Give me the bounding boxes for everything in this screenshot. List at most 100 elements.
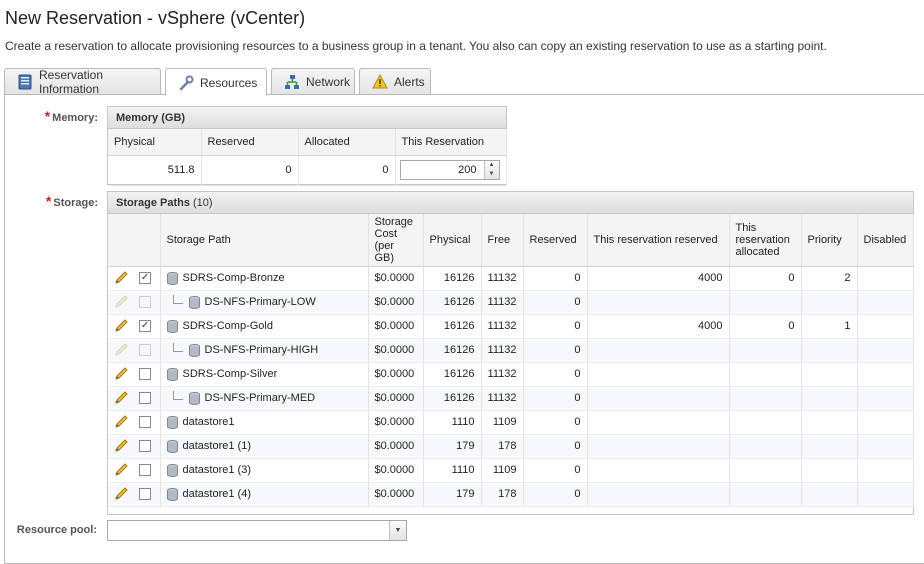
warning-icon [372,73,388,90]
storage-path-cell: SDRS-Comp-Silver [160,362,369,387]
storage-table: Storage Path Storage Cost (per GB) Physi… [108,214,914,507]
edit-pencil-icon[interactable] [114,319,130,333]
row-checkbox[interactable] [139,464,152,476]
table-row[interactable]: SDRS-Comp-Silver $0.0000 16126 11132 0 [108,362,914,387]
column-header: Storage Path [160,214,369,267]
memory-this-reservation-input[interactable]: 200 ▲ ▼ [399,160,500,180]
column-header: This reservation reserved [587,214,730,267]
cell-this-reserved[interactable] [587,410,730,435]
cell-priority[interactable] [801,410,858,435]
row-checkbox[interactable] [139,344,152,356]
cell-this-reserved[interactable] [587,482,730,507]
cell-priority[interactable] [801,458,858,483]
row-checkbox[interactable]: ✓ [139,272,152,284]
stepper-down-icon[interactable]: ▼ [485,170,499,179]
table-row[interactable]: ✓ SDRS-Comp-Gold $0.0000 16126 11132 0 4… [108,314,914,339]
cell-disabled[interactable] [857,386,914,411]
cell-disabled[interactable] [857,266,914,291]
row-checkbox[interactable] [139,416,152,428]
edit-pencil-icon[interactable] [114,487,130,501]
datastore-icon [188,343,200,357]
resource-pool-select[interactable]: ▼ [107,520,407,541]
edit-pencil-icon[interactable] [114,367,130,381]
cell-this-allocated: 0 [729,314,802,339]
cell-priority[interactable] [801,362,858,387]
cell-free: 11132 [481,266,524,291]
cell-free: 11132 [481,314,524,339]
table-row[interactable]: datastore1 (3) $0.0000 1110 1109 0 [108,458,914,483]
cell-priority[interactable] [801,386,858,411]
tab-network[interactable]: Network [271,68,355,95]
row-checkbox[interactable] [139,440,152,452]
edit-pencil-icon[interactable] [114,415,130,429]
tab-label: Resources [200,75,258,90]
cell-this-reserved[interactable] [587,290,730,315]
cell-this-reserved[interactable] [587,362,730,387]
memory-panel-header: Memory (GB) [108,107,506,129]
edit-pencil-icon[interactable] [114,391,130,405]
datastore-icon [188,391,200,405]
memory-stepper[interactable]: ▲ ▼ [483,161,499,179]
column-header: Disabled [857,214,914,267]
table-row[interactable]: datastore1 (4) $0.0000 179 178 0 [108,482,914,507]
cell-reserved: 0 [523,386,588,411]
tree-connector [172,294,183,304]
cell-this-reserved[interactable]: 4000 [587,266,730,291]
cell-disabled[interactable] [857,458,914,483]
cell-disabled[interactable] [857,314,914,339]
tab-alerts[interactable]: Alerts [359,68,431,95]
cell-free: 1109 [481,458,524,483]
row-checkbox[interactable]: ✓ [139,320,152,332]
row-checkbox[interactable] [139,488,152,500]
cell-disabled[interactable] [857,410,914,435]
memory-label: * Memory: [44,108,98,124]
edit-pencil-icon[interactable] [114,271,130,285]
edit-pencil-icon[interactable] [114,463,130,477]
datastore-icon [166,415,178,429]
cell-this-reserved[interactable] [587,338,730,363]
cell-priority[interactable]: 1 [801,314,858,339]
cell-disabled[interactable] [857,338,914,363]
cell-this-allocated [729,410,802,435]
table-row[interactable]: datastore1 (1) $0.0000 179 178 0 [108,434,914,459]
stepper-up-icon[interactable]: ▲ [485,161,499,170]
reservation-info-icon [17,74,33,90]
cell-priority[interactable] [801,434,858,459]
datastore-icon [166,463,178,477]
cell-this-reserved[interactable] [587,386,730,411]
row-checkbox[interactable] [139,392,152,404]
cell-disabled[interactable] [857,434,914,459]
memory-table: Physical Reserved Allocated This Reserva… [108,129,507,186]
cell-cost: $0.0000 [368,338,424,363]
tree-connector [172,342,183,352]
cell-priority[interactable] [801,482,858,507]
cell-priority[interactable] [801,290,858,315]
table-row[interactable]: datastore1 $0.0000 1110 1109 0 [108,410,914,435]
cell-disabled[interactable] [857,362,914,387]
chevron-down-icon[interactable]: ▼ [389,521,406,540]
column-header-actions [108,214,161,267]
edit-pencil-icon[interactable] [114,439,130,453]
table-row[interactable]: DS-NFS-Primary-HIGH $0.0000 16126 11132 … [108,338,914,363]
cell-priority[interactable] [801,338,858,363]
cell-disabled[interactable] [857,290,914,315]
cell-reserved: 0 [523,338,588,363]
cell-disabled[interactable] [857,482,914,507]
row-checkbox[interactable] [139,368,152,380]
tab-reservation-information[interactable]: Reservation Information [4,68,161,96]
cell-this-reserved[interactable]: 4000 [587,314,730,339]
storage-count: (10) [192,196,213,209]
cell-this-reserved[interactable] [587,434,730,459]
storage-path-cell: DS-NFS-Primary-MED [160,386,369,411]
table-row[interactable]: ✓ SDRS-Comp-Bronze $0.0000 16126 11132 0… [108,266,914,291]
table-row[interactable]: DS-NFS-Primary-MED $0.0000 16126 11132 0 [108,386,914,411]
row-actions-cell [108,362,161,387]
cell-priority[interactable]: 2 [801,266,858,291]
cell-this-reserved[interactable] [587,458,730,483]
cell-physical: 16126 [423,290,482,315]
tab-resources[interactable]: Resources [165,68,267,96]
row-checkbox[interactable] [139,296,152,308]
table-row[interactable]: DS-NFS-Primary-LOW $0.0000 16126 11132 0 [108,290,914,315]
row-actions-cell: ✓ [108,266,161,291]
storage-path-name: datastore1 (4) [182,488,251,500]
